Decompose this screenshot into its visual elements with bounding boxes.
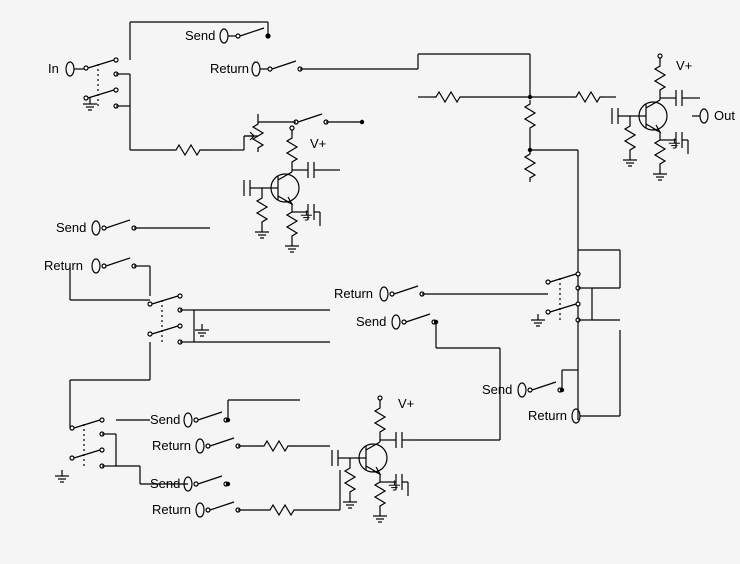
label-send3: Send	[356, 314, 386, 329]
label-in: In	[48, 61, 59, 76]
loop-3: Return Send	[334, 286, 520, 348]
label-return4: Return	[528, 408, 567, 423]
gain-stage-b	[332, 396, 412, 522]
resistor-icon	[172, 145, 204, 155]
switch-4-icon	[70, 418, 116, 468]
switch-1-icon	[84, 58, 130, 108]
label-vplus3: V+	[398, 396, 414, 411]
label-return2: Return	[44, 258, 83, 273]
schematic-canvas: In Send Return V+	[0, 0, 740, 564]
label-vplus1: V+	[676, 58, 692, 73]
switch-2	[70, 266, 330, 344]
label-out: Out	[714, 108, 735, 123]
label-return1: Return	[210, 61, 249, 76]
gain-stage-a: V+	[232, 114, 364, 252]
input-section: In Send Return	[48, 22, 418, 155]
label-send2: Send	[56, 220, 86, 235]
schematic-svg: In Send Return V+	[0, 0, 740, 564]
bottom-section: Send Return Send Return V+	[55, 342, 500, 522]
label-return7: Return	[152, 502, 191, 517]
label-send5: Send	[150, 412, 180, 427]
label-send1: Send	[185, 28, 215, 43]
label-vplus2: V+	[310, 136, 326, 151]
switch-send1-icon	[236, 28, 270, 38]
loop-2: Send Return	[44, 220, 210, 300]
switch-3	[520, 250, 620, 326]
label-return6: Return	[152, 438, 191, 453]
top-bus: V+ Out	[1, 0, 736, 420]
label-return3: Return	[334, 286, 373, 301]
label-send4: Send	[482, 382, 512, 397]
loop-4: Send Return	[482, 320, 620, 423]
